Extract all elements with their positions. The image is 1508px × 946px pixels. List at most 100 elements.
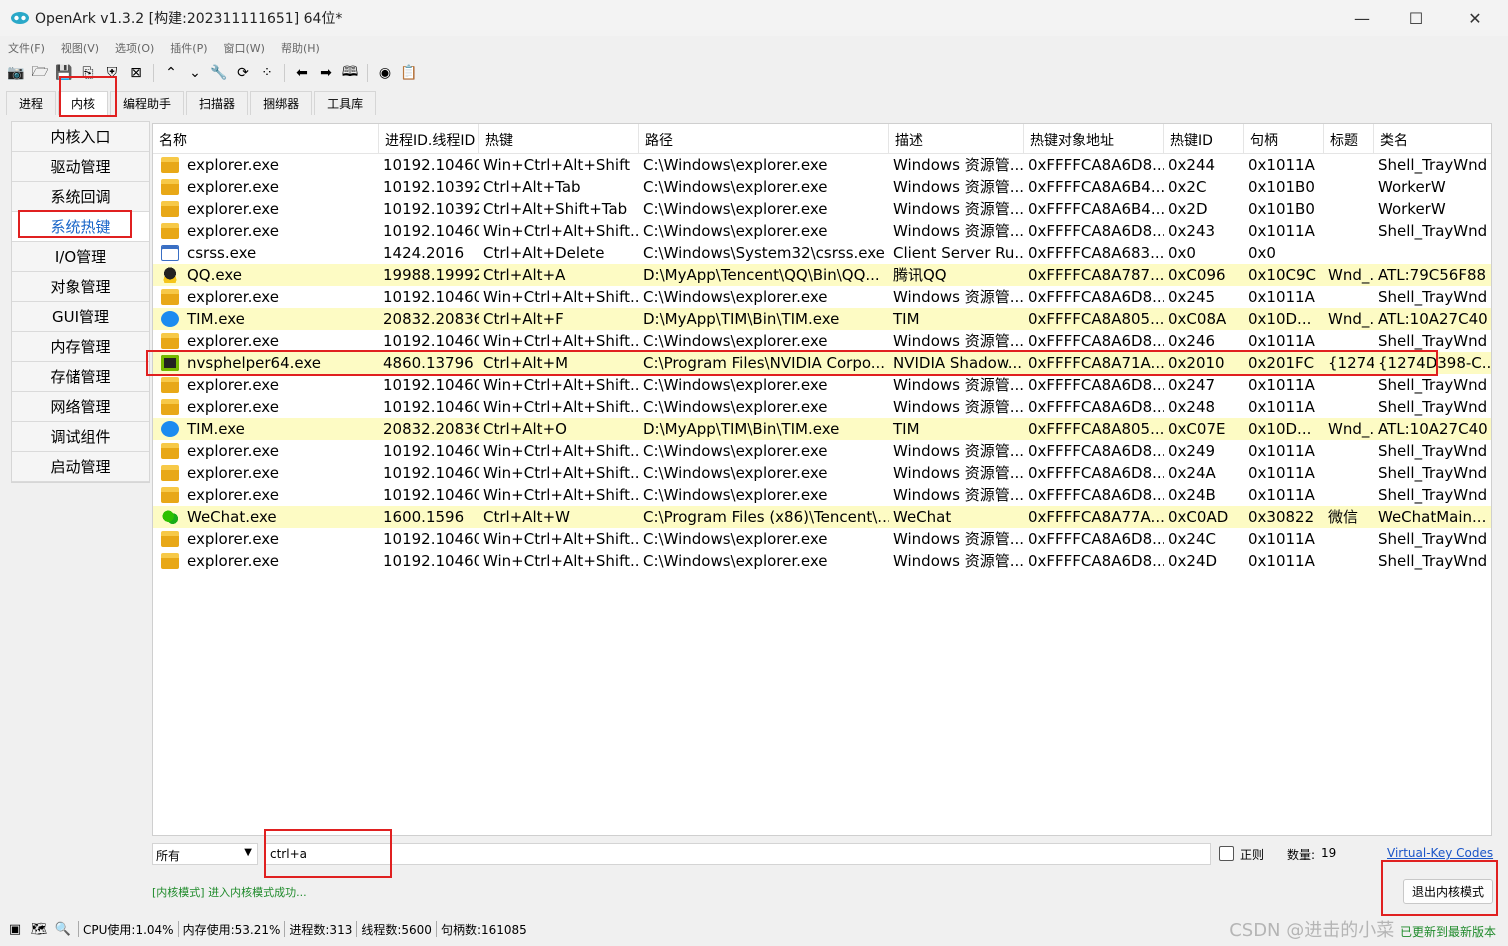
nav-io-manager[interactable]: I/O管理 — [12, 242, 149, 272]
table-row[interactable]: csrss.exe 1424.2016 Ctrl+Alt+Delete C:\Wind… — [153, 242, 1491, 264]
nav-network-manager[interactable]: 网络管理 — [12, 392, 149, 422]
nav-system-hotkeys[interactable]: 系统热键 — [12, 212, 149, 242]
table-row[interactable]: explorer.exe 10192.10460 Win+Ctrl+Alt+Shif… — [153, 462, 1491, 484]
arrow-left-icon[interactable]: ⬅ — [292, 63, 312, 83]
cell-hotkey-object-address: 0xFFFFCA8A77A... — [1028, 508, 1164, 526]
nav-driver-manager[interactable]: 驱动管理 — [12, 152, 149, 182]
cell-hotkey-id: 0x2D — [1168, 200, 1208, 218]
book-icon[interactable]: 🕮 — [340, 63, 360, 83]
column-header-hotkey-object-address[interactable]: 热键对象地址 — [1024, 124, 1164, 154]
table-row[interactable]: TIM.exe 20832.20836 Ctrl+Alt+F D:\MyApp\TIM… — [153, 308, 1491, 330]
close-button[interactable]: ✕ — [1446, 0, 1504, 36]
chevron-down-icon: ▼ — [244, 847, 252, 858]
table-row[interactable]: explorer.exe 10192.10460 Win+Ctrl+Alt+Shif… — [153, 374, 1491, 396]
cell-description: Windows 资源管... — [893, 486, 1024, 504]
maximize-button[interactable]: ☐ — [1387, 0, 1445, 36]
tab-bundler[interactable]: 捆绑器 — [250, 91, 313, 115]
tab-coding-helper[interactable]: 编程助手 — [110, 91, 185, 115]
column-header-description[interactable]: 描述 — [889, 124, 1024, 154]
menu-help[interactable]: 帮助(H) — [273, 38, 328, 58]
menu-view[interactable]: 视图(V) — [53, 38, 107, 58]
table-row[interactable]: QQ.exe 19988.19992 Ctrl+Alt+A D:\MyApp\Tenc… — [153, 264, 1491, 286]
arrow-down-icon[interactable]: ⌄ — [185, 63, 205, 83]
cell-hotkey-object-address: 0xFFFFCA8A6D8... — [1028, 376, 1164, 394]
table-row[interactable]: explorer.exe 10192.10460 Win+Ctrl+Alt+Shif… — [153, 286, 1491, 308]
main-tabs: 进程 内核 编程助手 扫描器 捆绑器 工具库 — [6, 91, 378, 115]
cell-classname: Shell_TrayWnd — [1378, 464, 1488, 482]
toolbar-separator — [153, 64, 154, 82]
table-row[interactable]: explorer.exe 10192.10460 Win+Ctrl+Alt+Shif… — [153, 440, 1491, 462]
process-name: nvsphelper64.exe — [187, 354, 322, 372]
virtual-key-codes-link[interactable]: Virtual-Key Codes — [1387, 846, 1493, 860]
menu-options[interactable]: 选项(O) — [107, 38, 162, 58]
minimize-button[interactable]: — — [1333, 0, 1391, 36]
github-icon[interactable]: ◉ — [375, 63, 395, 83]
save-icon[interactable]: 💾 — [54, 63, 74, 83]
nav-system-callbacks[interactable]: 系统回调 — [12, 182, 149, 212]
nav-object-manager[interactable]: 对象管理 — [12, 272, 149, 302]
cell-pid-tid: 10192.10392 — [383, 178, 479, 196]
nav-storage-manager[interactable]: 存储管理 — [12, 362, 149, 392]
column-header-handle[interactable]: 句柄 — [1244, 124, 1324, 154]
camera-icon[interactable]: 📷 — [6, 63, 26, 83]
process-name: explorer.exe — [187, 332, 279, 350]
menu-file[interactable]: 文件(F) — [0, 38, 53, 58]
table-row[interactable]: explorer.exe 10192.10460 Win+Ctrl+Alt+Shif… — [153, 220, 1491, 242]
scope-select-value: 所有 — [156, 849, 181, 863]
map-icon[interactable]: 🗺 — [30, 920, 48, 938]
wrench-icon[interactable]: 🔧 — [209, 63, 229, 83]
table-row[interactable]: WeChat.exe 1600.1596 Ctrl+Alt+W C:\Program … — [153, 506, 1491, 528]
nav-kernel-entry[interactable]: 内核入口 — [12, 122, 149, 152]
table-row[interactable]: explorer.exe 10192.10460 Win+Ctrl+Alt+Shif… — [153, 154, 1491, 176]
memory-usage: 内存使用:53.21% — [182, 922, 281, 937]
arrow-up-icon[interactable]: ⌃ — [161, 63, 181, 83]
table-row[interactable]: explorer.exe 10192.10460 Win+Ctrl+Alt+Shif… — [153, 330, 1491, 352]
cell-title — [1324, 176, 1374, 198]
table-row[interactable]: explorer.exe 10192.10460 Win+Ctrl+Alt+Shif… — [153, 484, 1491, 506]
tab-process[interactable]: 进程 — [6, 91, 57, 115]
tab-scanner[interactable]: 扫描器 — [186, 91, 249, 115]
menu-plugins[interactable]: 插件(P) — [162, 38, 215, 58]
grid-icon[interactable]: ⁘ — [257, 63, 277, 83]
tab-kernel[interactable]: 内核 — [58, 91, 109, 115]
refresh-icon[interactable]: ⟳ — [233, 63, 253, 83]
folder-open-icon[interactable]: 🗁 — [30, 63, 50, 83]
console-icon[interactable]: ▣ — [6, 920, 24, 938]
search-icon[interactable]: 🔍 — [54, 920, 72, 938]
regex-checkbox[interactable] — [1219, 846, 1234, 861]
process-name: explorer.exe — [187, 552, 279, 570]
arrow-right-icon[interactable]: ➡ — [316, 63, 336, 83]
table-row[interactable]: explorer.exe 10192.10460 Win+Ctrl+Alt+Shif… — [153, 528, 1491, 550]
column-header-title[interactable]: 标题 — [1324, 124, 1374, 154]
scope-select[interactable]: 所有 ▼ — [152, 843, 258, 865]
menu-window[interactable]: 窗口(W) — [216, 38, 273, 58]
table-row[interactable]: explorer.exe 10192.10460 Win+Ctrl+Alt+Shif… — [153, 550, 1491, 572]
table-row[interactable]: nvsphelper64.exe 4860.13796 Ctrl+Alt+M C:\P… — [153, 352, 1491, 374]
table-row[interactable]: explorer.exe 10192.10392 Ctrl+Alt+Shift+Ta… — [153, 198, 1491, 220]
hotkey-search-input[interactable]: ctrl+a — [264, 843, 1211, 865]
nav-memory-manager[interactable]: 内存管理 — [12, 332, 149, 362]
cell-classname: ATL:10A27C40 — [1378, 420, 1488, 438]
column-header-name[interactable]: 名称 — [153, 124, 379, 154]
table-row[interactable]: explorer.exe 10192.10392 Ctrl+Alt+Tab C:\Wi… — [153, 176, 1491, 198]
nav-debug-components[interactable]: 调试组件 — [12, 422, 149, 452]
shield-icon[interactable]: ⛨ — [102, 63, 122, 83]
export-icon[interactable]: ⎘ — [78, 63, 98, 83]
close-box-icon[interactable]: ⊠ — [126, 63, 146, 83]
tab-toolkit[interactable]: 工具库 — [314, 91, 377, 115]
clipboard-icon[interactable]: 📋 — [399, 63, 419, 83]
column-header-pid-tid[interactable]: 进程ID.线程ID — [379, 124, 479, 154]
table-row[interactable]: TIM.exe 20832.20836 Ctrl+Alt+O D:\MyApp\TIM… — [153, 418, 1491, 440]
column-header-hotkey[interactable]: 热键 — [479, 124, 639, 154]
cell-handle: 0x1011A — [1248, 332, 1315, 350]
cell-name: explorer.exe — [153, 528, 379, 550]
column-header-hotkey-id[interactable]: 热键ID — [1164, 124, 1244, 154]
column-header-classname[interactable]: 类名 — [1374, 124, 1491, 154]
nav-startup-manager[interactable]: 启动管理 — [12, 452, 149, 482]
exit-kernel-mode-button[interactable]: 退出内核模式 — [1403, 879, 1493, 904]
cell-title: Wnd_... — [1328, 266, 1374, 284]
cell-description: Windows 资源管... — [893, 398, 1024, 416]
table-row[interactable]: explorer.exe 10192.10460 Win+Ctrl+Alt+Shif… — [153, 396, 1491, 418]
nav-gui-manager[interactable]: GUI管理 — [12, 302, 149, 332]
column-header-path[interactable]: 路径 — [639, 124, 889, 154]
